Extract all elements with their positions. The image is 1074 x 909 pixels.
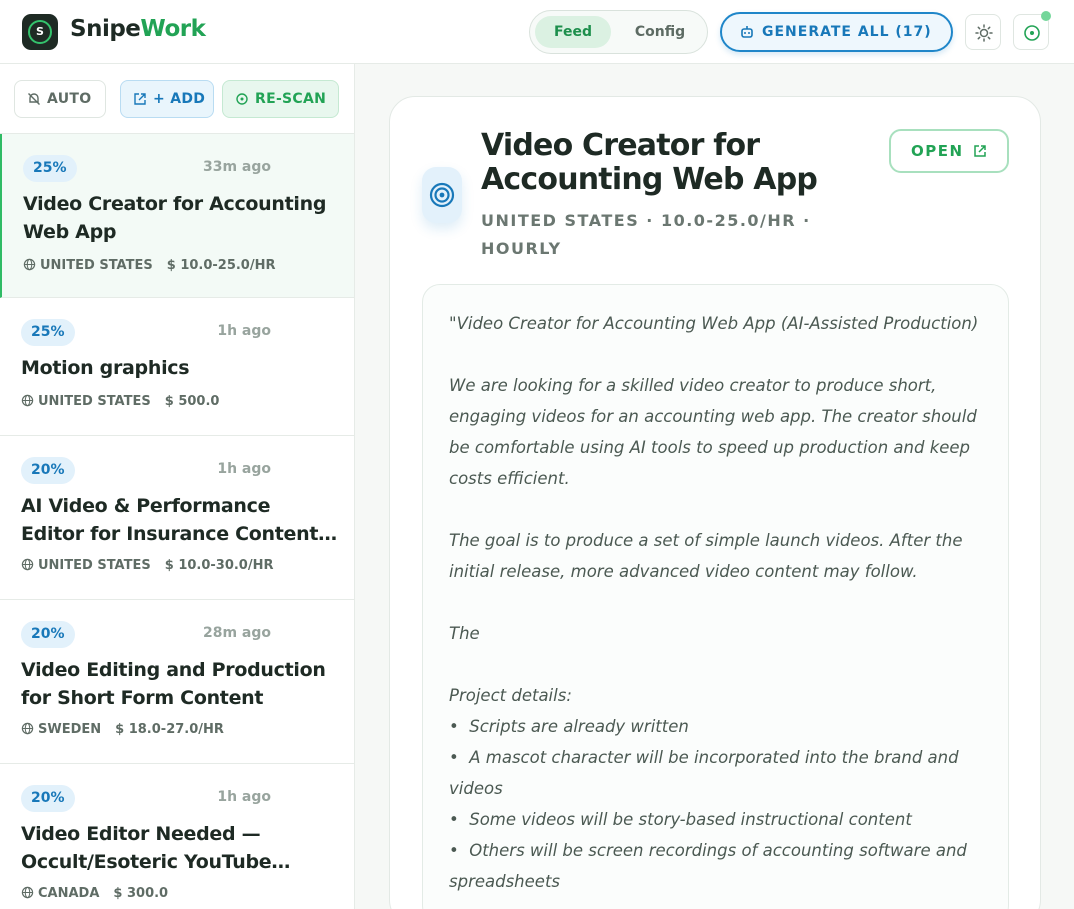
job-price: 10.0-25.0/HR: [180, 258, 276, 273]
job-description: "Video Creator for Accounting Web App (A…: [449, 314, 979, 891]
robot-icon: [741, 26, 753, 38]
app-logo[interactable]: S: [22, 14, 58, 50]
tab-feed[interactable]: Feed: [535, 16, 611, 48]
job-price: 10.0-30.0/HR: [178, 558, 274, 573]
add-label: + ADD: [153, 91, 206, 107]
job-title: Video Editing and Production for Short F…: [21, 659, 326, 709]
open-job-button[interactable]: OPEN: [889, 129, 1009, 173]
job-description-box[interactable]: "Video Creator for Accounting Web App (A…: [422, 284, 1009, 909]
job-price: 18.0-27.0/HR: [128, 722, 224, 737]
dollar-icon: $: [164, 558, 179, 573]
sun-icon: [975, 24, 993, 42]
job-country: UNITED STATES: [38, 394, 151, 409]
job-card[interactable]: 25% 33m ago Video Creator for Accounting…: [0, 134, 354, 298]
globe-icon: [23, 258, 36, 271]
job-title: Motion graphics: [21, 357, 190, 379]
brand-primary: Snipe: [70, 16, 141, 42]
job-meta: CANADA $ 300.0: [21, 886, 168, 901]
job-meta: UNITED STATES $ 10.0-25.0/HR: [23, 258, 276, 273]
theme-toggle-button[interactable]: [965, 14, 1001, 50]
open-label: OPEN: [911, 142, 964, 160]
job-country: SWEDEN: [38, 722, 102, 737]
match-badge: 20%: [21, 621, 75, 648]
auto-label: AUTO: [47, 91, 92, 107]
job-time: 1h ago: [217, 323, 271, 339]
tab-config[interactable]: Config: [618, 16, 702, 48]
job-time: 1h ago: [217, 461, 271, 477]
job-country: UNITED STATES: [38, 558, 151, 573]
dollar-icon: $: [166, 258, 181, 273]
job-meta: UNITED STATES $ 500.0: [21, 394, 219, 409]
match-badge: 25%: [21, 319, 75, 346]
dollar-icon: $: [164, 394, 179, 409]
rescan-button[interactable]: RE-SCAN: [222, 80, 339, 118]
job-price: 500.0: [178, 394, 220, 409]
target-status-icon: [1024, 25, 1040, 41]
job-time: 33m ago: [202, 159, 271, 175]
generate-all-button[interactable]: GENERATE ALL (17): [720, 12, 953, 52]
match-badge: 20%: [21, 457, 75, 484]
job-title: AI Video & Performance Editor for Insura…: [21, 495, 337, 545]
job-type-tile: [422, 167, 462, 223]
job-time: 28m ago: [202, 625, 271, 641]
crosshair-icon: [236, 93, 248, 105]
auto-button[interactable]: AUTO: [14, 80, 106, 118]
brand-accent: Work: [140, 16, 206, 42]
job-meta: SWEDEN $ 18.0-27.0/HR: [21, 722, 224, 737]
globe-icon: [21, 558, 34, 571]
job-card[interactable]: 20% 1h ago Video Editor Needed — Occult/…: [0, 764, 354, 909]
job-country: UNITED STATES: [40, 258, 153, 273]
job-card[interactable]: 20% 28m ago Video Editing and Production…: [0, 600, 354, 764]
job-title: Video Creator for Accounting Web App: [23, 193, 327, 243]
job-detail-panel: Video Creator for Accounting Web App UNI…: [389, 96, 1041, 909]
job-sidebar: AUTO + ADD RE-SCAN 25% 33m ago Video Cre…: [0, 64, 355, 909]
sidebar-toolbar: AUTO + ADD RE-SCAN: [0, 64, 354, 134]
job-meta: UNITED STATES $ 10.0-30.0/HR: [21, 558, 274, 573]
job-price: 300.0: [126, 886, 169, 901]
globe-icon: [21, 722, 34, 735]
globe-icon: [21, 886, 34, 899]
external-link-icon: [134, 93, 146, 105]
match-badge: 20%: [21, 785, 75, 812]
globe-icon: [21, 394, 34, 407]
dollar-icon: $: [115, 722, 129, 737]
online-status-dot: [1041, 11, 1051, 21]
app-header: S SnipeWork Feed Config GENERATE ALL (17…: [0, 0, 1074, 64]
job-time: 1h ago: [217, 789, 271, 805]
detail-subtitle: UNITED STATES · 10.0-25.0/HR · HOURLY: [481, 211, 811, 258]
logo-letter: S: [36, 25, 44, 38]
brand-name: SnipeWork: [70, 16, 206, 42]
job-card[interactable]: 20% 1h ago AI Video & Performance Editor…: [0, 436, 354, 600]
job-title: Video Editor Needed — Occult/Esoteric Yo…: [21, 823, 291, 873]
job-card[interactable]: 25% 1h ago Motion graphics UNITED STATES…: [0, 298, 354, 436]
external-link-icon: [974, 145, 986, 157]
detail-title: Video Creator for Accounting Web App: [481, 128, 818, 197]
view-switcher: Feed Config: [529, 10, 708, 54]
add-button[interactable]: + ADD: [120, 80, 214, 118]
rescan-label: RE-SCAN: [255, 91, 327, 107]
generate-all-label: GENERATE ALL (17): [762, 24, 932, 40]
target-icon: [429, 182, 455, 208]
match-badge: 25%: [23, 155, 77, 182]
bell-off-icon: [28, 93, 40, 105]
dollar-icon: $: [113, 886, 127, 901]
job-country: CANADA: [38, 886, 100, 901]
